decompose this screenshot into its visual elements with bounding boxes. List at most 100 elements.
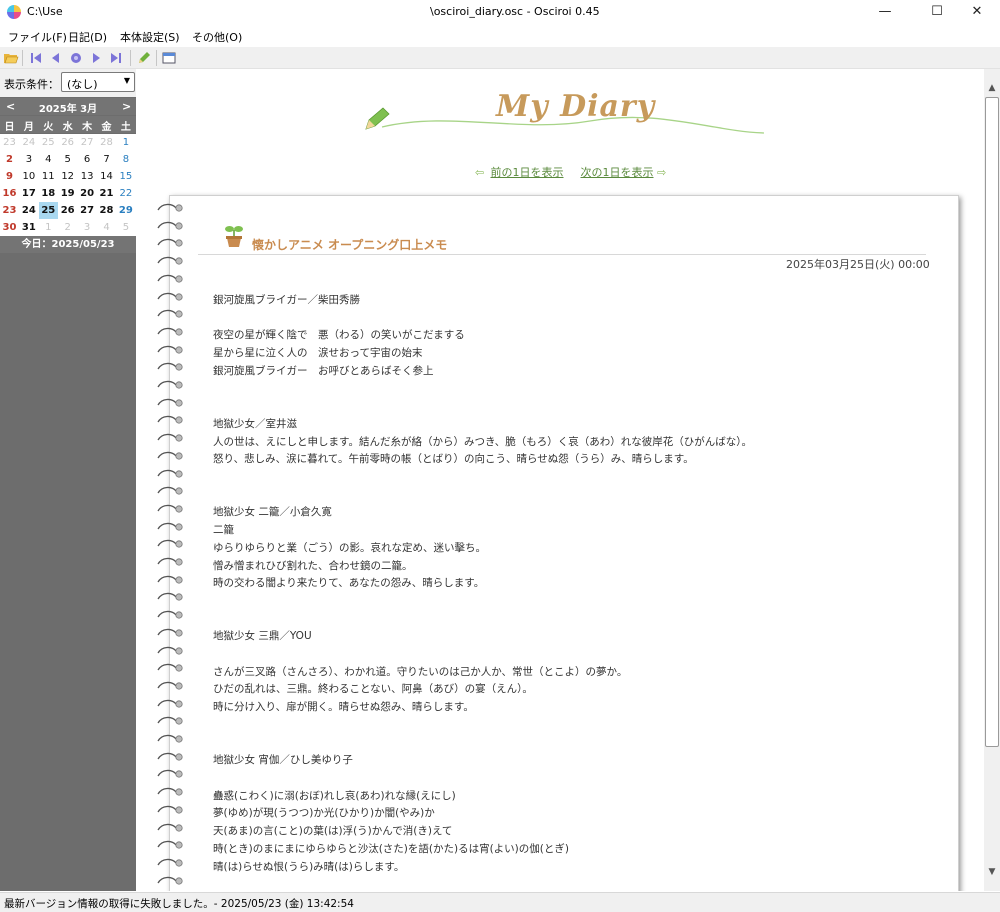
calendar-day[interactable]: 3 (78, 219, 97, 236)
calendar-prev-button[interactable]: < (6, 100, 15, 113)
calendar-day[interactable]: 1 (116, 134, 135, 151)
calendar-day[interactable]: 4 (39, 151, 58, 168)
weekday-label: 金 (101, 122, 112, 133)
calendar-weekdays: 日月火水木金土 (0, 116, 136, 133)
spiral-ring (157, 504, 183, 513)
menu-bar: ファイル(F) 日記(D) 本体設定(S) その他(O) (0, 25, 1000, 45)
calendar-day[interactable]: 7 (97, 151, 116, 168)
calendar-day[interactable]: 12 (58, 168, 77, 185)
spiral-ring (157, 487, 183, 495)
calendar-day[interactable]: 14 (97, 168, 116, 185)
calendar-day[interactable]: 25 (39, 134, 58, 151)
scroll-down-icon[interactable]: ▼ (984, 867, 1000, 877)
calendar-day[interactable]: 28 (97, 134, 116, 151)
today-icon[interactable] (68, 50, 84, 66)
spiral-ring (157, 717, 183, 725)
vertical-scrollbar[interactable]: ▲ ▼ (984, 69, 1000, 891)
calendar-day[interactable]: 13 (78, 168, 97, 185)
spiral-ring (157, 256, 183, 265)
chevron-down-icon: ▼ (123, 76, 130, 85)
calendar-day[interactable]: 27 (78, 134, 97, 151)
calendar-day[interactable]: 10 (19, 168, 38, 185)
calendar-day[interactable]: 16 (0, 185, 19, 202)
calendar-header: 2025年 3月 < > (0, 98, 136, 115)
edit-pencil-icon[interactable] (136, 50, 152, 66)
folder-open-icon[interactable] (3, 50, 19, 66)
spiral-ring (157, 734, 183, 743)
weekday-label: 土 (120, 122, 131, 133)
calendar-day[interactable]: 2 (0, 151, 19, 168)
spiral-ring (157, 274, 183, 283)
calendar-day[interactable]: 4 (97, 219, 116, 236)
entry-body: 銀河旋風ブライガー／柴田秀勝 夜空の星が輝く陰で 悪（わる）の笑いがこだまする … (213, 294, 752, 873)
first-icon[interactable] (28, 50, 44, 66)
scrollbar-thumb[interactable] (985, 97, 999, 747)
calendar-day[interactable]: 23 (0, 134, 19, 151)
spiral-ring (157, 239, 183, 247)
filter-select[interactable]: (なし) ▼ (61, 72, 135, 92)
pencil-icon (365, 107, 390, 130)
weekday-label: 水 (62, 122, 73, 133)
calendar-grid: 23 24 25 26 27 28 1 2 3 4 5 6 7 8 9 10 11 12 13 14 15 16 17 18 1… (0, 134, 136, 236)
calendar-day[interactable]: 1 (39, 219, 58, 236)
close-button[interactable]: ✕ (954, 0, 1000, 24)
calendar-day[interactable]: 6 (78, 151, 97, 168)
spiral-ring (157, 292, 183, 301)
calendar-day[interactable]: 25 (38, 202, 58, 219)
menu-other[interactable]: その他(O) (192, 29, 242, 45)
status-bar: 最新バージョン情報の取得に失敗しました。- 2025/05/23 (金) 13:… (0, 892, 1000, 912)
next-day-link[interactable]: 次の1日を表示 (581, 166, 654, 179)
spiral-ring (157, 593, 183, 601)
menu-settings[interactable]: 本体設定(S) (120, 29, 180, 45)
toolbar-separator (156, 50, 157, 66)
window-icon[interactable] (161, 50, 177, 66)
calendar-day[interactable]: 9 (0, 168, 19, 185)
calendar-day[interactable]: 24 (19, 134, 38, 151)
calendar-day[interactable]: 19 (58, 185, 77, 202)
calendar-day[interactable]: 8 (116, 151, 135, 168)
next-icon[interactable] (88, 50, 104, 66)
spiral-ring (157, 787, 183, 796)
filter-row: 表示条件： (なし) ▼ (0, 69, 136, 97)
toolbar (0, 47, 1000, 69)
menu-diary[interactable]: 日記(D) (68, 29, 107, 45)
calendar-day[interactable]: 22 (116, 185, 135, 202)
calendar-day[interactable]: 29 (116, 202, 135, 219)
today-label[interactable]: 今日：2025/05/23 (0, 236, 136, 253)
calendar-day[interactable]: 5 (58, 151, 77, 168)
spiral-ring (157, 628, 183, 637)
calendar-day[interactable]: 26 (58, 202, 77, 219)
calendar-day[interactable]: 11 (39, 168, 58, 185)
calendar-day[interactable]: 20 (78, 185, 97, 202)
spiral-ring (157, 770, 183, 778)
calendar-day[interactable]: 15 (116, 168, 135, 185)
spiral-ring (157, 699, 183, 708)
last-icon[interactable] (108, 50, 124, 66)
calendar-day[interactable]: 26 (58, 134, 77, 151)
filter-label: 表示条件： (4, 78, 59, 91)
calendar-day[interactable]: 30 (0, 219, 19, 236)
calendar-day[interactable]: 21 (97, 185, 116, 202)
prev-day-link[interactable]: 前の1日を表示 (491, 166, 564, 179)
spiral-ring (157, 664, 183, 672)
spiral-ring (157, 221, 183, 230)
calendar-next-button[interactable]: > (122, 100, 131, 113)
scroll-up-icon[interactable]: ▲ (984, 83, 1000, 93)
day-navigation: ⇦ 前の1日を表示 次の1日を表示 ⇨ (475, 164, 669, 180)
calendar-day[interactable]: 28 (97, 202, 116, 219)
diary-view: My Diary ⇦ 前の1日を表示 次の1日を表示 ⇨ 懐かしアニメ オープニ… (136, 69, 984, 891)
calendar-day[interactable]: 24 (19, 202, 38, 219)
prev-icon[interactable] (48, 50, 64, 66)
calendar-day[interactable]: 5 (116, 219, 135, 236)
calendar-day[interactable]: 27 (78, 202, 97, 219)
calendar-day[interactable]: 17 (19, 185, 38, 202)
spiral-ring (157, 841, 183, 849)
calendar-day[interactable]: 31 (19, 219, 38, 236)
calendar-day[interactable]: 23 (0, 202, 19, 219)
calendar-day[interactable]: 3 (19, 151, 38, 168)
calendar-day[interactable]: 2 (58, 219, 77, 236)
minimize-button[interactable]: — (862, 0, 908, 24)
menu-file[interactable]: ファイル(F) (8, 29, 67, 45)
spiral-ring (157, 557, 183, 566)
calendar-day[interactable]: 18 (39, 185, 58, 202)
